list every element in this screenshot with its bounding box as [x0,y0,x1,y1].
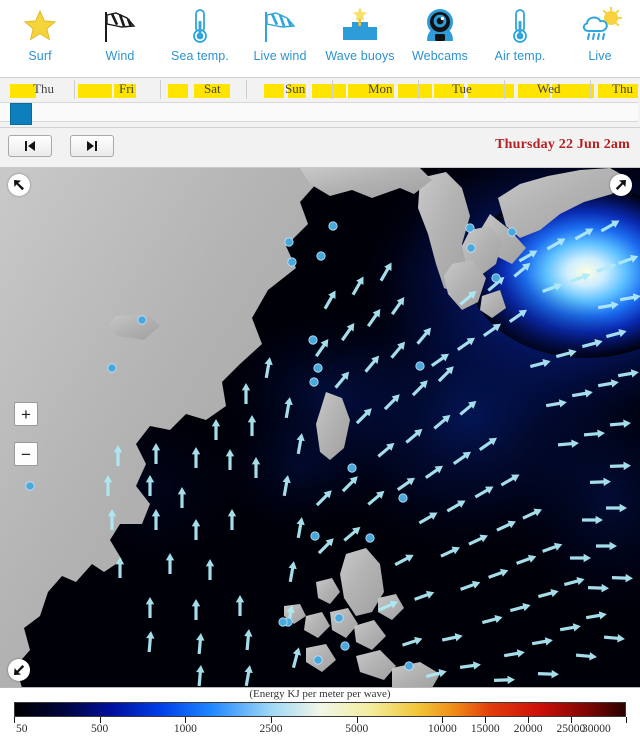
forecast-timeline[interactable]: Thu Fri Sat Sun Mon Tue Wed Thu [0,78,640,128]
timeline-hour-block[interactable] [398,84,432,98]
timeline-day-divider [160,80,161,99]
next-frame-button[interactable] [70,135,114,157]
pan-northwest-button[interactable] [8,174,30,196]
legend-value-label: 2500 [259,723,283,735]
legend-value-label: 10000 [428,723,457,735]
timeline-track[interactable] [0,102,638,122]
skip-previous-icon [25,141,35,151]
timeline-day-label[interactable]: Mon [368,81,393,97]
timeline-day-label[interactable]: Sat [204,81,221,97]
timeline-hour-block[interactable] [168,84,188,98]
webcam-icon [417,4,463,48]
wave-buoy-icon [337,4,383,48]
thermometer-icon [177,4,223,48]
nav-label-wind: Wind [105,49,135,63]
timeline-day-divider [590,80,591,99]
timeline-day-divider [74,80,75,99]
arrow-northeast-icon [615,180,626,190]
timeline-day-divider [332,80,333,99]
first-frame-button[interactable] [8,135,52,157]
timeline-hour-block[interactable] [78,84,112,98]
legend-value-label: 1000 [173,723,197,735]
arrow-southwest-icon [14,665,25,675]
playback-control-bar: Thursday 22 Jun 2am [0,128,640,168]
nav-label-live: Live [588,49,612,63]
timeline-day-label[interactable]: Tue [452,81,472,97]
timeline-day-divider [246,80,247,99]
nav-label-surf: Surf [28,49,52,63]
timeline-scrubber-handle[interactable] [10,103,32,125]
top-navigation-bar: Surf Wind Sea temp. Live wind Wave buoys… [0,0,640,78]
pan-southwest-button[interactable] [8,659,30,681]
legend-value-label: 500 [91,723,109,735]
legend-value-label: 50 [16,723,28,735]
legend-value-label: 5000 [345,723,369,735]
nav-label-air-temp: Air temp. [494,49,546,63]
current-frame-date: Thursday 22 Jun 2am [495,137,630,152]
nav-item-wind[interactable]: Wind [80,4,160,63]
zoom-in-button[interactable]: + [14,402,38,426]
nav-item-wave-buoys[interactable]: Wave buoys [320,4,400,63]
timeline-day-strip[interactable]: Thu Fri Sat Sun Mon Tue Wed Thu [0,78,640,100]
cloud-sun-rain-icon [577,4,623,48]
timeline-day-label[interactable]: Sun [285,81,305,97]
nav-item-webcams[interactable]: Webcams [400,4,480,63]
nav-label-webcams: Webcams [411,49,469,63]
star-icon [17,4,63,48]
timeline-day-label[interactable]: Fri [119,81,134,97]
nav-label-sea-temp: Sea temp. [171,49,229,63]
windsock-blue-icon [257,4,303,48]
timeline-day-label[interactable]: Thu [612,81,633,97]
legend-value-label: 15000 [470,723,500,735]
timeline-day-divider [504,80,505,99]
legend-value-label: 30000 [582,723,611,735]
landmass-layer [0,168,628,687]
timeline-hour-block[interactable] [468,84,514,98]
nav-item-surf[interactable]: Surf [0,4,80,63]
legend-tick-labels: 50 500 1000 2500 5000 10000 15000 20000 25000 300… [0,723,640,741]
energy-color-legend: (Energy KJ per meter per wave) 50 500 1000… [0,688,640,748]
thermometer-icon [497,4,543,48]
legend-value-label: 25000 [556,723,586,735]
timeline-day-label[interactable]: Wed [537,81,561,97]
arrow-northwest-icon [14,180,24,191]
nav-label-wave-buoys: Wave buoys [325,49,395,63]
timeline-hour-block[interactable] [264,84,284,98]
skip-next-icon [87,141,97,151]
wave-energy-map-page: Surf Wind Sea temp. Live wind Wave buoys… [0,0,640,749]
nav-label-live-wind: Live wind [253,49,307,63]
legend-gradient-bar [14,702,626,717]
timeline-hour-block[interactable] [312,84,346,98]
windsock-black-icon [97,4,143,48]
wave-energy-map[interactable]: + − [0,168,640,688]
nav-item-sea-temp[interactable]: Sea temp. [160,4,240,63]
timeline-day-label[interactable]: Thu [33,81,54,97]
legend-value-label: 20000 [513,723,543,735]
nav-item-air-temp[interactable]: Air temp. [480,4,560,63]
zoom-out-button[interactable]: − [14,442,38,466]
legend-caption: (Energy KJ per meter per wave) [249,688,391,700]
pan-northeast-button[interactable] [610,174,632,196]
nav-item-live[interactable]: Live [560,4,640,63]
nav-item-live-wind[interactable]: Live wind [240,4,320,63]
timeline-day-divider [418,80,419,99]
